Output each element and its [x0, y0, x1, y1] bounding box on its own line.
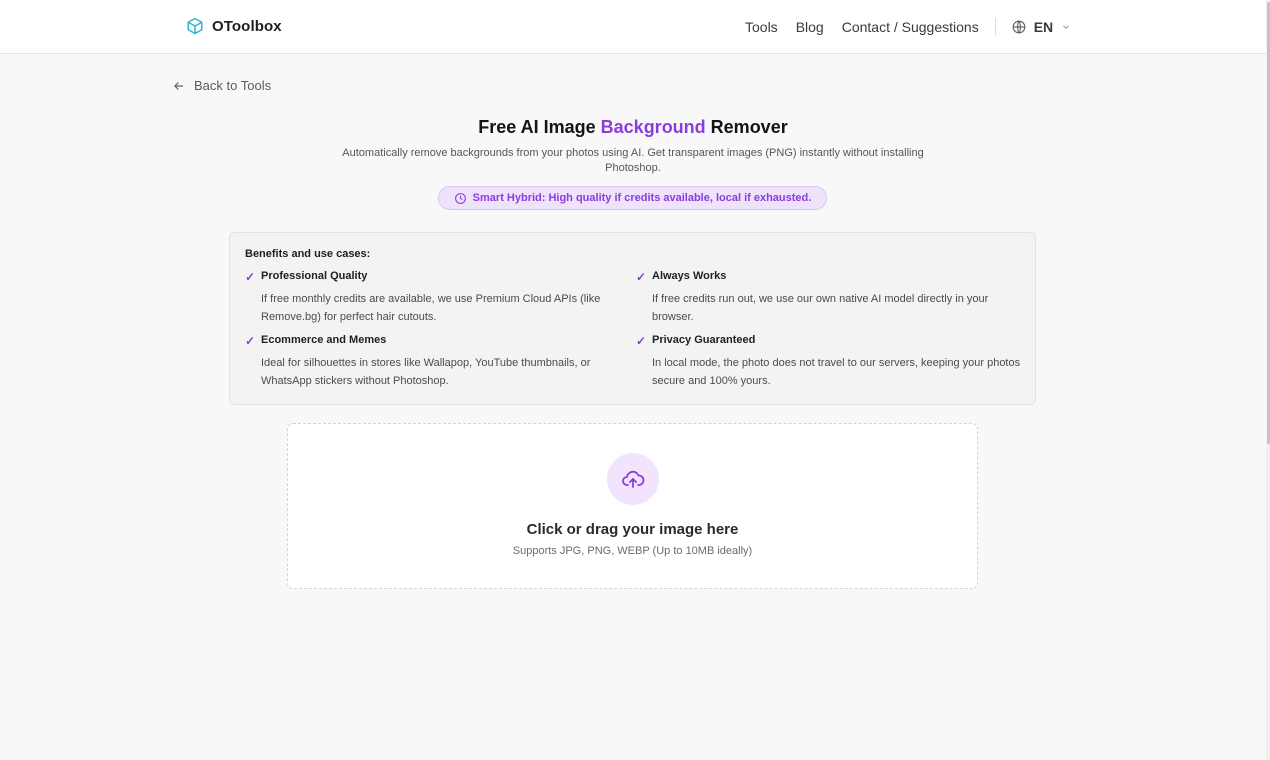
page-scrollbar[interactable] [1266, 0, 1270, 760]
cloud-upload-icon [622, 470, 645, 488]
clock-icon [454, 192, 466, 204]
check-icon: ✓ [245, 270, 256, 284]
check-icon: ✓ [636, 334, 647, 348]
benefits-heading: Benefits and use cases: [245, 248, 371, 260]
upload-formats: Supports JPG, PNG, WEBP (Up to 10MB idea… [512, 545, 753, 557]
benefits-panel: Benefits and use cases: ✓ Professional Q… [229, 232, 1036, 405]
benefit-description: If free credits run out, we use our own … [652, 293, 989, 323]
brand-logo-link[interactable]: OToolbox [186, 17, 282, 35]
badge-text: Smart Hybrid: High quality if credits av… [472, 192, 812, 204]
benefit-title: Ecommerce and Memes [261, 334, 387, 346]
benefit-description: Ideal for silhouettes in stores like Wal… [261, 357, 591, 387]
globe-icon [1012, 20, 1026, 34]
smart-hybrid-badge: Smart Hybrid: High quality if credits av… [438, 186, 827, 210]
upload-title: Click or drag your image here [526, 521, 739, 538]
benefit-description: In local mode, the photo does not travel… [652, 357, 1021, 387]
nav-link-tools[interactable]: Tools [745, 19, 778, 35]
title-part-2: Remover [705, 117, 788, 137]
language-selector[interactable]: EN [1012, 19, 1071, 35]
title-part-1: Free AI Image [478, 117, 601, 137]
page-title: Free AI Image Background Remover [0, 117, 1266, 138]
main-nav: Tools Blog Contact / Suggestions EN [745, 18, 1071, 36]
check-icon: ✓ [245, 334, 256, 348]
nav-link-blog[interactable]: Blog [796, 19, 824, 35]
upload-icon-circle [607, 453, 659, 505]
benefit-title: Always Works [652, 270, 727, 282]
language-code: EN [1033, 19, 1054, 35]
benefit-title: Privacy Guaranteed [652, 334, 756, 346]
image-upload-dropzone[interactable]: Click or drag your image here Supports J… [287, 423, 978, 589]
back-to-tools-link[interactable]: Back to Tools [172, 78, 271, 93]
check-icon: ✓ [636, 270, 647, 284]
top-navigation-bar: OToolbox Tools Blog Contact / Suggestion… [0, 0, 1266, 54]
chevron-down-icon [1063, 25, 1070, 29]
page-subtitle: Automatically remove backgrounds from yo… [342, 147, 924, 174]
nav-divider [994, 18, 996, 36]
cube-icon [186, 17, 204, 35]
title-accent: Background [600, 117, 706, 137]
brand-name: OToolbox [212, 17, 282, 35]
benefit-description: If free monthly credits are available, w… [261, 293, 601, 323]
benefit-title: Professional Quality [261, 270, 368, 282]
back-link-label: Back to Tools [194, 78, 272, 93]
arrow-left-icon [174, 81, 184, 90]
nav-link-contact[interactable]: Contact / Suggestions [842, 19, 979, 35]
